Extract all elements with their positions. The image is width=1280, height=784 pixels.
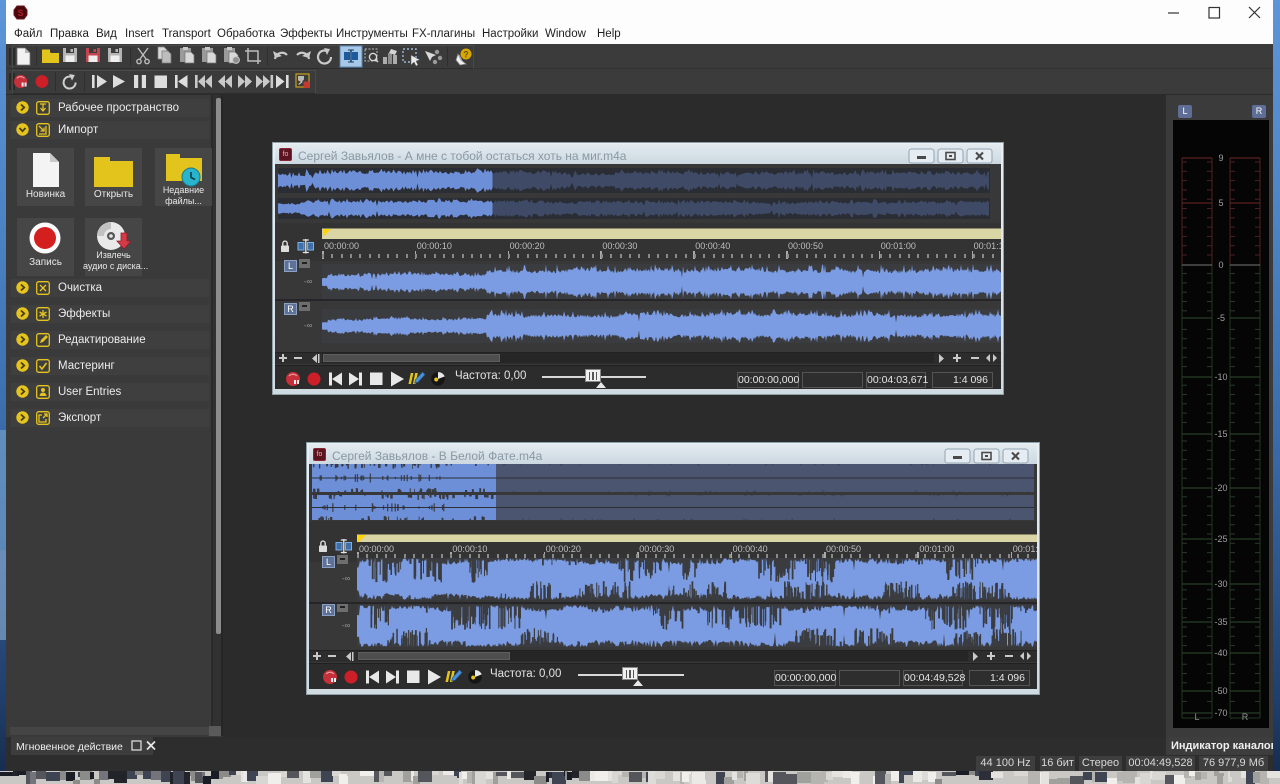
svg-text:-20: -20: [1214, 483, 1227, 493]
svg-text:-50: -50: [1214, 686, 1227, 696]
svg-text:L: L: [1194, 712, 1199, 722]
svg-text:S: S: [17, 8, 23, 18]
svg-text:-25: -25: [1214, 534, 1227, 544]
svg-text:9: 9: [1218, 153, 1223, 163]
svg-text:0: 0: [1218, 260, 1223, 270]
svg-text:-35: -35: [1214, 617, 1227, 627]
svg-text:-40: -40: [1214, 648, 1227, 658]
svg-text:R: R: [1242, 712, 1249, 722]
svg-text:-5: -5: [1217, 313, 1225, 323]
svg-text:5: 5: [1218, 198, 1223, 208]
svg-text:-15: -15: [1214, 429, 1227, 439]
svg-text:-10: -10: [1214, 372, 1227, 382]
svg-text:?: ?: [463, 50, 469, 60]
svg-text:-70: -70: [1214, 708, 1227, 718]
svg-text:-30: -30: [1214, 579, 1227, 589]
